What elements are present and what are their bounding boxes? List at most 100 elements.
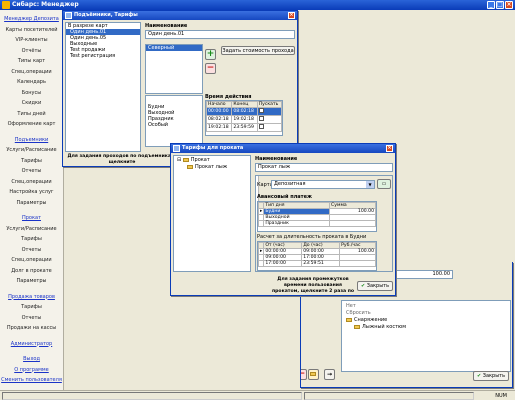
status-cell-info <box>304 392 474 400</box>
card-list: В разрезе карт Один день.01 Один день.05… <box>65 22 141 152</box>
sidebar-item-lift-tariffs[interactable]: Тарифы <box>0 156 63 167</box>
time-start[interactable]: 19:02:18 <box>206 123 233 132</box>
sidebar-item-rental-reports[interactable]: Отчеты <box>0 245 63 256</box>
name-label: Наименование <box>145 23 188 29</box>
sidebar-head-deposit[interactable]: Менеджер Депозита <box>0 14 63 25</box>
sidebar-item-vip[interactable]: VIP-клиенты <box>0 35 63 46</box>
sidebar-item-lift-params[interactable]: Параметры <box>0 198 63 209</box>
rental-name-label: Наименование <box>255 156 298 162</box>
time-grid: Начало Конец Пускать 00:00:00 08:02:18 0… <box>205 100 283 136</box>
sidebar-item-visitor-cards[interactable]: Карты посетителей <box>0 25 63 36</box>
folder-button[interactable] <box>308 369 319 380</box>
sidebar-item-special-ops[interactable]: Спец.операции <box>0 67 63 78</box>
calc-row[interactable]: 17:00:00 23:59:51 <box>258 260 376 267</box>
allow-checkbox[interactable] <box>258 108 264 113</box>
sidebar-head-lifts[interactable]: Подъемники <box>0 135 63 146</box>
sidebar-item-rental-tariffs[interactable]: Тарифы <box>0 234 63 245</box>
allow-checkbox[interactable] <box>258 116 264 121</box>
sidebar-item-calendar[interactable]: Календарь <box>0 77 63 88</box>
sidebar-change-user[interactable]: Сменить пользователя <box>0 375 63 386</box>
time-end[interactable]: 23:59:59 <box>231 123 258 132</box>
rental-window-titlebar: Тарифы для проката × <box>171 144 395 153</box>
sidebar-item-goods-reports[interactable]: Отчеты <box>0 313 63 324</box>
time-row[interactable]: 19:02:18 23:59:59 <box>206 123 282 132</box>
card-select-value: Депозитная <box>274 181 306 187</box>
to-cell[interactable]: 23:59:51 <box>301 260 341 267</box>
time-end[interactable]: 19:02:18 <box>231 115 258 124</box>
sidebar-item-lift-services[interactable]: Услуги/Расписание <box>0 145 63 156</box>
sidebar-item-discounts[interactable]: Скидки <box>0 98 63 109</box>
sales-tree-equipment[interactable]: Снаряжение <box>346 317 510 324</box>
delete-button[interactable]: − <box>301 369 307 380</box>
rental-tree: ⊟ Прокат Прокат лыж <box>173 155 251 272</box>
sidebar-item-rental-debt[interactable]: Долг в прокате <box>0 266 63 277</box>
card-list-item[interactable]: Test регистрация <box>66 53 140 59</box>
move-button[interactable]: → <box>324 369 335 380</box>
sidebar-item-card-types[interactable]: Типы карт <box>0 56 63 67</box>
sidebar-item-card-design[interactable]: Оформление карт <box>0 119 63 130</box>
allow-cell[interactable] <box>256 123 282 132</box>
calc-label: Расчет за длительность проката в Будни <box>257 234 367 240</box>
folder-icon <box>187 164 193 169</box>
add-zone-button[interactable]: + <box>205 49 216 60</box>
rate-cell[interactable] <box>339 260 376 267</box>
maximize-icon[interactable]: □ <box>496 1 504 9</box>
card-settings-button[interactable]: ▭ <box>377 179 391 189</box>
status-bar: NUM <box>0 390 515 400</box>
sidebar-head-rental[interactable]: Прокат <box>0 213 63 224</box>
close-icon[interactable]: × <box>505 1 513 9</box>
tree-root-rental[interactable]: ⊟ Прокат <box>177 157 250 164</box>
sum-cell[interactable] <box>329 220 376 227</box>
sidebar-item-rental-params[interactable]: Параметры <box>0 276 63 287</box>
time-start[interactable]: 08:02:18 <box>206 115 233 124</box>
chevron-down-icon[interactable]: ▼ <box>366 181 374 188</box>
check-icon: ✔ <box>360 283 366 289</box>
zone-list: Северный <box>145 44 203 94</box>
sidebar-item-reports[interactable]: Отчёты <box>0 46 63 57</box>
sidebar-item-lift-special-ops[interactable]: Спец.операции <box>0 177 63 188</box>
sidebar-item-bonuses[interactable]: Бонусы <box>0 88 63 99</box>
name-field[interactable]: Один день.01 <box>145 30 295 39</box>
remove-zone-button[interactable]: − <box>205 63 216 74</box>
card-select[interactable]: Депозитная ▼ <box>271 180 375 189</box>
allow-cell[interactable] <box>256 107 282 116</box>
advance-row[interactable]: Праздник <box>258 220 376 227</box>
sidebar-exit[interactable]: Выход <box>0 354 63 365</box>
folder-icon <box>346 317 352 322</box>
rental-name-field[interactable]: Прокат лыж <box>255 163 393 172</box>
sidebar-item-rental-special-ops[interactable]: Спец.операции <box>0 255 63 266</box>
minimize-icon[interactable]: _ <box>487 1 495 9</box>
folder-icon <box>309 371 316 376</box>
sidebar-head-admin[interactable]: Администратор <box>0 339 63 350</box>
time-row[interactable]: 00:00:00 08:02:18 <box>206 107 282 116</box>
app-title: Сибарс: Менеджер <box>12 1 79 8</box>
zone-list-item[interactable]: Северный <box>146 45 202 51</box>
close-icon[interactable]: × <box>386 145 393 152</box>
rental-close-button[interactable]: ✔ Закрыть <box>357 281 393 291</box>
sidebar-item-goods-sales[interactable]: Продажи на кассы <box>0 323 63 334</box>
from-cell[interactable]: 17:00:00 <box>263 260 303 267</box>
day-type-item[interactable]: Особый <box>146 122 202 128</box>
sidebar-item-rental-services[interactable]: Услуги/Расписание <box>0 224 63 235</box>
sidebar-about[interactable]: О программе <box>0 365 63 376</box>
time-start[interactable]: 00:00:00 <box>206 107 233 116</box>
sidebar-head-goods[interactable]: Продажа товаров <box>0 292 63 303</box>
window-icon <box>173 145 180 152</box>
allow-checkbox[interactable] <box>258 124 264 129</box>
time-end[interactable]: 08:02:18 <box>231 107 258 116</box>
set-price-button[interactable]: Задать стоимость прохода <box>221 46 295 55</box>
time-row[interactable]: 08:02:18 19:02:18 <box>206 115 282 124</box>
close-icon[interactable]: × <box>288 12 295 19</box>
allow-cell[interactable] <box>256 115 282 124</box>
sidebar-item-lift-settings[interactable]: Настройка услуг <box>0 187 63 198</box>
sidebar-item-lift-reports[interactable]: Отчеты <box>0 166 63 177</box>
calc-row[interactable]: ▸ 00:00:00 09:00:00 100.00 <box>258 248 376 255</box>
card-icon: ▭ <box>381 181 387 187</box>
sidebar-item-day-types[interactable]: Типы дней <box>0 109 63 120</box>
day-type-cell[interactable]: Праздник <box>263 220 331 227</box>
rental-hint: Для задания промежутков времени пользова… <box>271 277 355 294</box>
sales-tree-ski-suit[interactable]: Лыжный костюм <box>346 324 510 331</box>
sales-close-button[interactable]: ✔ Закрыть <box>473 371 509 381</box>
sidebar-item-goods-tariffs[interactable]: Тарифы <box>0 302 63 313</box>
tree-item-ski-rental[interactable]: Прокат лыж <box>177 164 250 171</box>
